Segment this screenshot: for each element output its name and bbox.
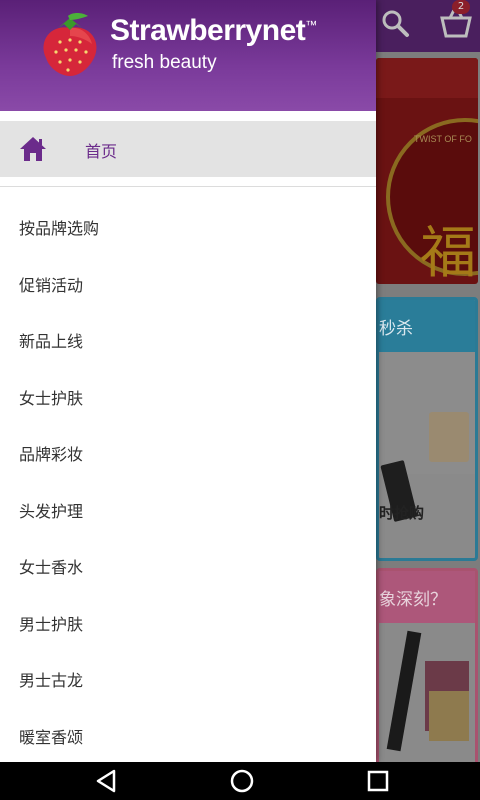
home-icon [20,137,46,161]
drawer-menu-list: 按品牌选购 促销活动 新品上线 女士护肤 品牌彩妆 头发护理 女士香水 男士护肤… [0,197,376,762]
drawer-item-makeup[interactable]: 品牌彩妆 [0,423,376,480]
drawer-item-new-arrivals[interactable]: 新品上线 [0,310,376,367]
drawer-item-label: 暖室香颂 [19,727,84,747]
drawer-item-home[interactable]: 首页 [0,121,376,177]
drawer-item-label: 按品牌选购 [19,219,100,238]
drawer-item-mens-skincare[interactable]: 男士护肤 [0,593,376,650]
back-icon[interactable] [92,768,120,794]
drawer-header: Strawberrynet™ fresh beauty [0,0,376,111]
trademark-symbol: ™ [305,18,317,32]
drawer-item-mens-cologne[interactable]: 男士古龙 [0,649,376,706]
drawer-item-brands[interactable]: 按品牌选购 [0,197,376,254]
drawer-item-home-label: 首页 [85,142,118,161]
brand-name: Strawberrynet™ [110,14,317,48]
drawer-item-womens-fragrance[interactable]: 女士香水 [0,536,376,593]
drawer-item-haircare[interactable]: 头发护理 [0,480,376,537]
system-nav-bar [0,762,480,800]
drawer-item-label: 女士护肤 [19,388,84,408]
gold-product-image [429,691,469,741]
banner-top-strip [376,58,478,98]
drawer-item-womens-skincare[interactable]: 女士护肤 [0,367,376,424]
drawer-item-label: 新品上线 [19,332,84,351]
flash-sale-card[interactable]: 秒杀 时抢购 [376,297,478,561]
impression-title: 象深刻？ [379,590,447,610]
perfume-image [429,412,469,462]
impression-card[interactable]: 象深刻？ [376,568,478,768]
flash-sale-title: 秒杀 [379,319,413,339]
drawer-item-label: 品牌彩妆 [19,445,84,464]
banner-caption: TWIST OF FO [414,134,472,144]
strawberry-logo-icon [43,13,97,76]
impression-header: 象深刻？ [379,571,475,623]
drawer-item-label: 促销活动 [19,275,84,295]
drawer-item-label: 男士古龙 [19,671,84,690]
brand-name-text: Strawberrynet [110,14,306,47]
drawer-item-label: 男士护肤 [19,614,84,634]
cart-badge: 2 [452,0,470,14]
drawer-item-home-fragrance[interactable]: 暖室香颂 [0,706,376,763]
promo-banner[interactable]: TWIST OF FO 福 [376,58,478,284]
recents-icon[interactable] [364,768,392,794]
banner-fu-glyph: 福 [420,221,476,284]
drawer-divider [0,186,376,187]
navigation-drawer: Strawberrynet™ fresh beauty 首页 按品牌选购 促销活… [0,0,376,762]
flash-sale-text: 时抢购 [379,504,425,522]
home-nav-icon[interactable] [228,768,256,794]
brand-tagline: fresh beauty [112,52,217,73]
flash-sale-header: 秒杀 [379,300,475,352]
flash-sale-image [379,352,475,523]
drawer-item-label: 女士香水 [19,558,84,577]
drawer-item-label: 头发护理 [19,501,84,521]
search-icon[interactable] [380,8,410,38]
drawer-item-promotions[interactable]: 促销活动 [0,254,376,311]
eyeliner-image [386,630,422,752]
